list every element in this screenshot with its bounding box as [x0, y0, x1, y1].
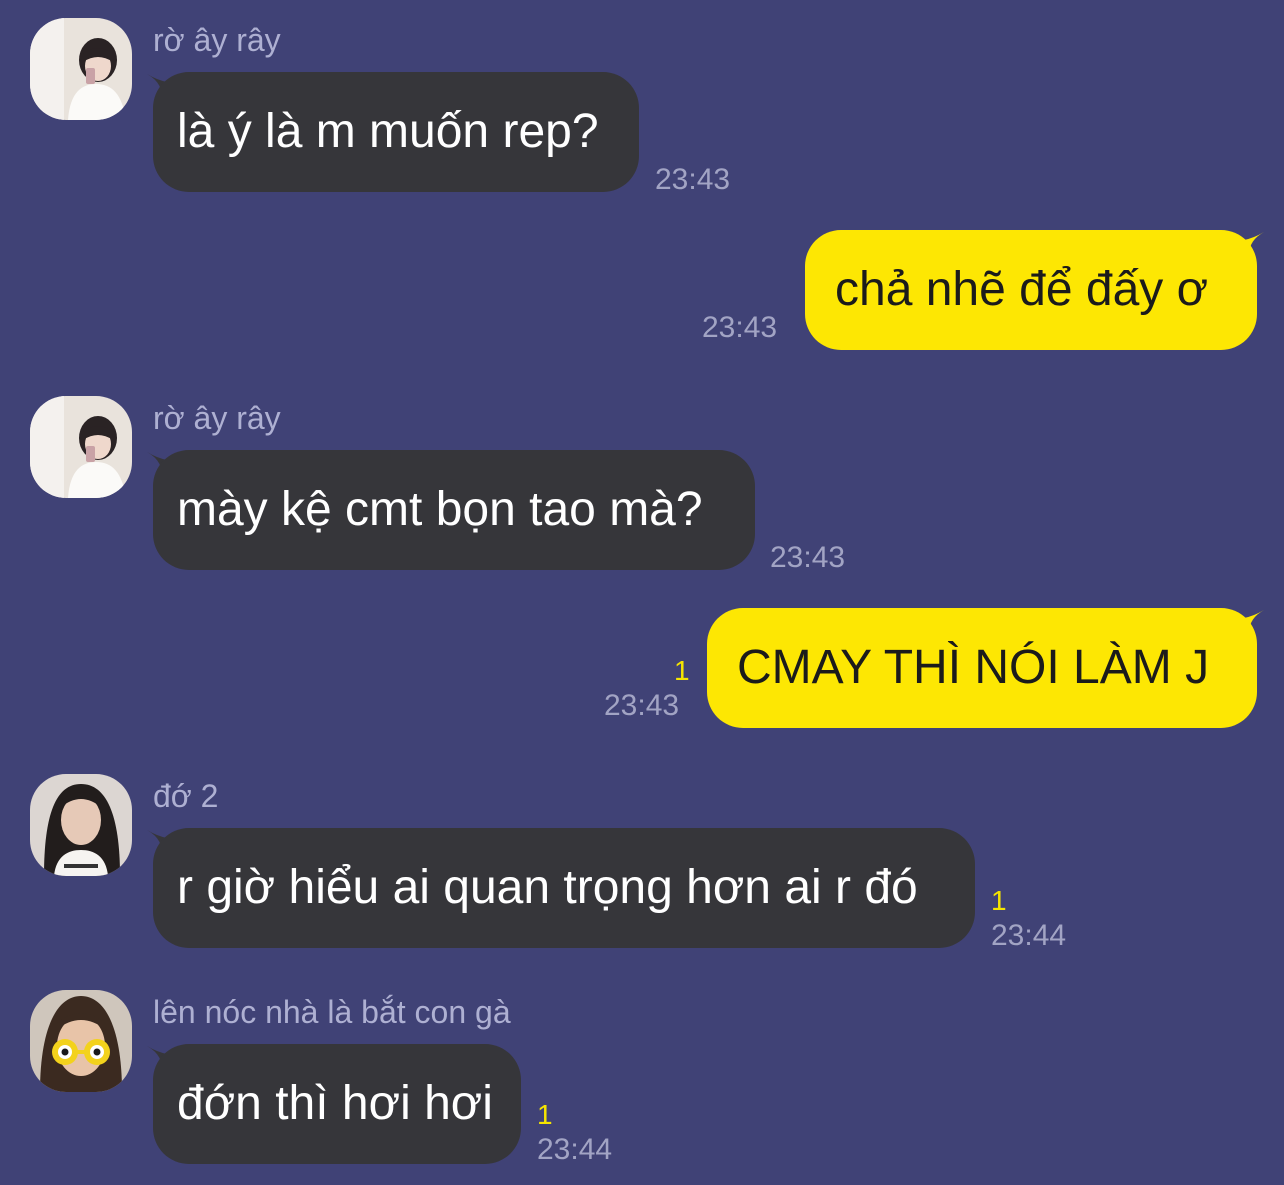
unread-count: 1 [537, 1099, 553, 1130]
avatar[interactable] [30, 774, 132, 876]
message-time: 23:43 [604, 689, 680, 722]
unread-count: 1 [991, 885, 1007, 916]
message-bubble-incoming[interactable]: r giờ hiểu ai quan trọng hơn ai r đó [153, 828, 975, 948]
avatar-girl-mirror-selfie-icon [30, 18, 132, 120]
avatar[interactable] [30, 990, 132, 1092]
avatar-girl-portrait-icon [30, 774, 132, 876]
message-bubble-incoming[interactable]: đớn thì hơi hơi [153, 1044, 521, 1164]
unread-count: 1 [674, 655, 690, 686]
message-time: 23:43 [702, 311, 778, 344]
avatar-girl-mirror-selfie-icon [30, 396, 132, 498]
avatar[interactable] [30, 396, 132, 498]
avatar[interactable] [30, 18, 132, 120]
message-time: 23:43 [655, 163, 731, 196]
message-bubble-outgoing[interactable]: chả nhẽ để đấy ơ [805, 230, 1257, 350]
message-bubble-outgoing[interactable]: CMAY THÌ NÓI LÀM J [707, 608, 1257, 728]
message-bubble-incoming[interactable]: là ý là m muốn rep? [153, 72, 639, 192]
sender-name: rờ ây rây [153, 400, 281, 436]
sender-name: rờ ây rây [153, 22, 281, 58]
message-time: 23:43 [770, 541, 846, 574]
sender-name: lên nóc nhà là bắt con gà [153, 994, 511, 1030]
message-time: 23:44 [537, 1133, 613, 1166]
message-bubble-incoming[interactable]: mày kệ cmt bọn tao mà? [153, 450, 755, 570]
message-time: 23:44 [991, 919, 1067, 952]
sender-name: đớ 2 [153, 778, 219, 814]
avatar-girl-yellow-glasses-icon [30, 990, 132, 1092]
